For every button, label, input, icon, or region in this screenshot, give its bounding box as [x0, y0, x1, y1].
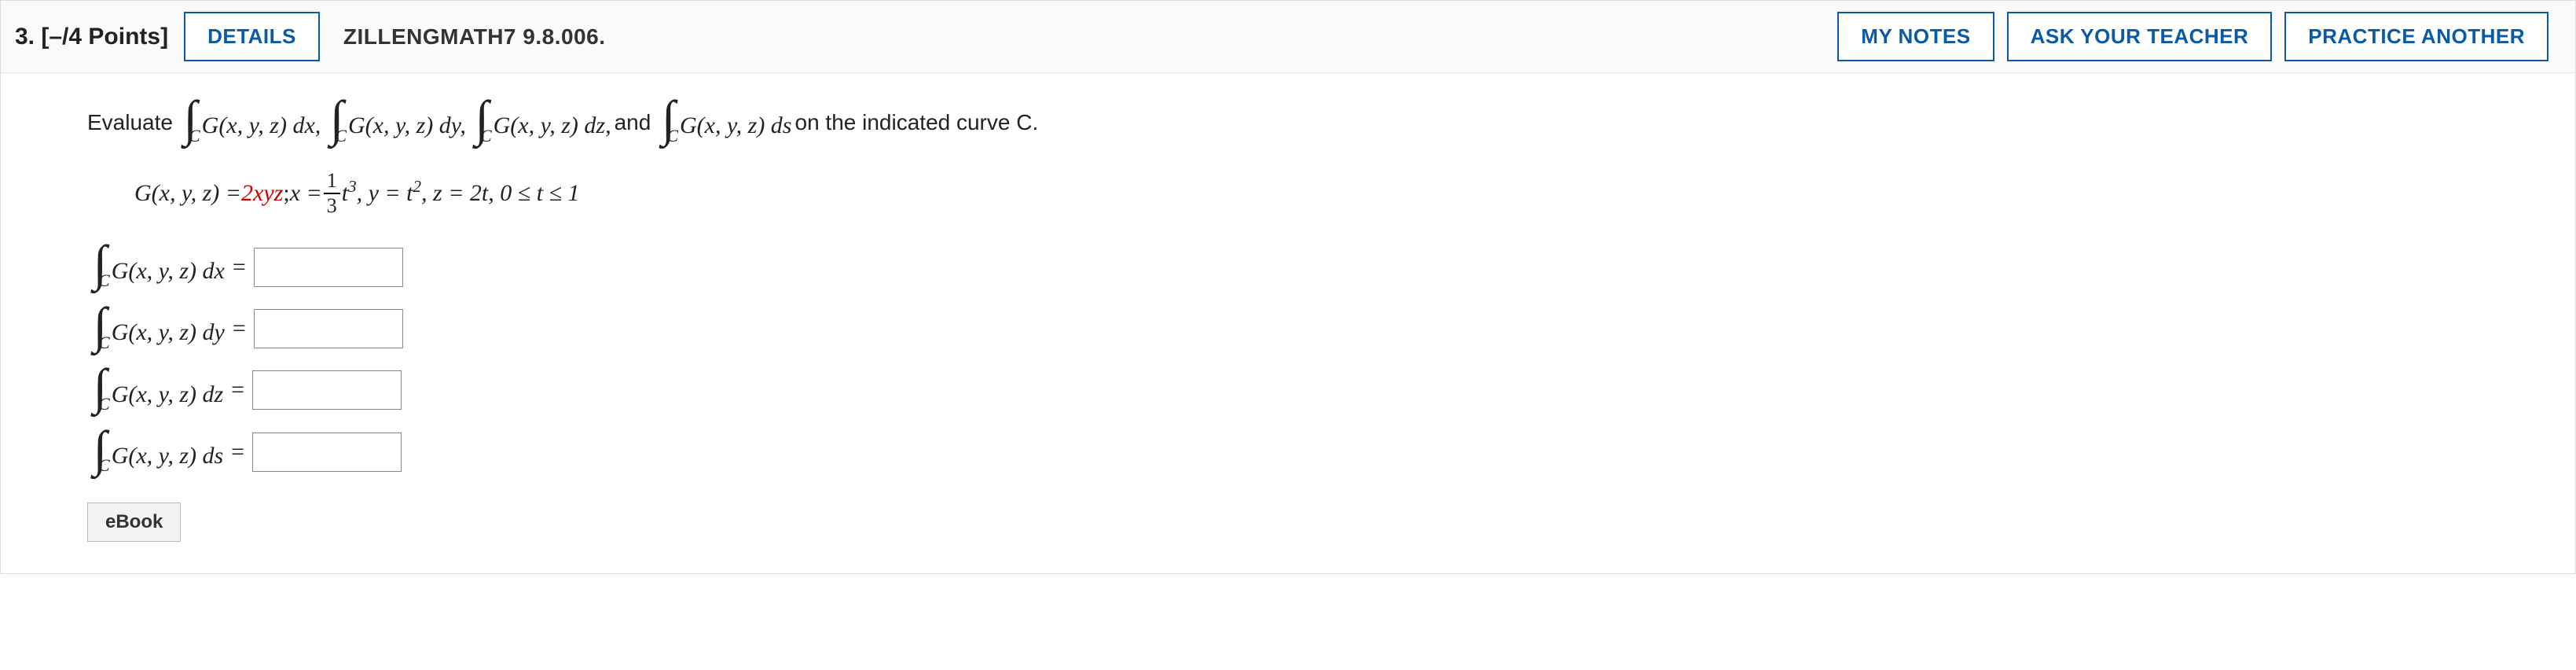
answer-lhs: ∫CG(x, y, z) ds= — [87, 432, 252, 473]
answer-row: ∫CG(x, y, z) dz= — [87, 370, 2528, 410]
my-notes-button[interactable]: MY NOTES — [1837, 12, 1994, 61]
answers-block: ∫CG(x, y, z) dx= ∫CG(x, y, z) dy= ∫CG(x, y… — [87, 246, 2528, 473]
answer-row: ∫CG(x, y, z) ds= — [87, 432, 2528, 473]
integral-ds: ∫ C G(x, y, z) ds — [659, 101, 791, 142]
prompt-line: Evaluate ∫ C G(x, y, z) dx, ∫ C G(x, y, … — [87, 101, 2528, 142]
answer-input-dz[interactable] — [252, 370, 402, 410]
question-number: 3. [–/4 Points] — [15, 24, 168, 50]
and-label: and — [615, 107, 651, 138]
details-button[interactable]: DETAILS — [184, 12, 320, 61]
question-content: Evaluate ∫ C G(x, y, z) dx, ∫ C G(x, y, … — [1, 73, 2575, 573]
answer-lhs: ∫CG(x, y, z) dx= — [87, 246, 254, 287]
evaluate-label: Evaluate — [87, 107, 173, 138]
source-code: ZILLENGMATH7 9.8.006. — [343, 24, 606, 50]
answer-input-dy[interactable] — [254, 309, 403, 348]
integral-dy: ∫ C G(x, y, z) dy, — [327, 101, 466, 142]
integral-dx: ∫ C G(x, y, z) dx, — [181, 101, 321, 142]
practice-another-button[interactable]: PRACTICE ANOTHER — [2284, 12, 2548, 61]
prompt-tail: on the indicated curve C. — [795, 107, 1039, 138]
question-container: 3. [–/4 Points] DETAILS ZILLENGMATH7 9.8… — [0, 0, 2576, 574]
ask-teacher-button[interactable]: ASK YOUR TEACHER — [2007, 12, 2273, 61]
answer-row: ∫CG(x, y, z) dy= — [87, 308, 2528, 349]
ebook-button[interactable]: eBook — [87, 502, 181, 542]
answer-input-dx[interactable] — [254, 248, 403, 287]
answer-lhs: ∫CG(x, y, z) dz= — [87, 370, 252, 410]
question-header: 3. [–/4 Points] DETAILS ZILLENGMATH7 9.8… — [1, 1, 2575, 73]
answer-lhs: ∫CG(x, y, z) dy= — [87, 308, 254, 349]
answer-row: ∫CG(x, y, z) dx= — [87, 246, 2528, 287]
fraction: 1 3 — [324, 171, 340, 216]
definition-line: G(x, y, z) = 2xyz ; x = 1 3 t3 , y = t2 … — [134, 171, 2528, 216]
highlighted-term: 2xyz — [241, 177, 283, 210]
answer-input-ds[interactable] — [252, 433, 402, 472]
integral-dz: ∫ C G(x, y, z) dz, — [472, 101, 611, 142]
